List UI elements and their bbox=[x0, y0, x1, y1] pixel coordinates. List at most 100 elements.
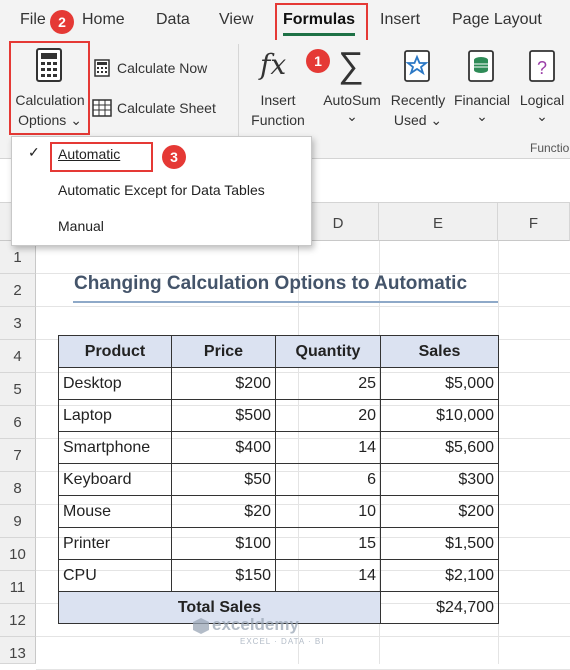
header-sales[interactable]: Sales bbox=[380, 335, 499, 368]
calculate-sheet-icon bbox=[92, 99, 112, 117]
recently-used-label-2: Used ⌄ bbox=[386, 110, 450, 130]
row-header[interactable]: 12 bbox=[0, 604, 36, 637]
price-cell[interactable]: $150 bbox=[171, 559, 276, 592]
price-cell[interactable]: $500 bbox=[171, 399, 276, 432]
menu-item-automatic-except[interactable]: Automatic Except for Data Tables bbox=[58, 182, 265, 198]
sales-cell[interactable]: $200 bbox=[380, 495, 499, 528]
chevron-down-icon: ⌄ bbox=[476, 108, 488, 124]
sales-cell[interactable]: $10,000 bbox=[380, 399, 499, 432]
calculate-sheet-button[interactable]: Calculate Sheet bbox=[92, 98, 232, 120]
table-row: Smartphone $400 14 $5,600 bbox=[58, 431, 499, 464]
row-header[interactable]: 6 bbox=[0, 406, 36, 439]
quantity-cell[interactable]: 10 bbox=[275, 495, 381, 528]
tab-insert[interactable]: Insert bbox=[380, 11, 420, 29]
product-cell[interactable]: Keyboard bbox=[58, 463, 172, 496]
sales-table: Product Price Quantity Sales Desktop $200… bbox=[58, 335, 499, 624]
recently-used-label: Recently bbox=[390, 92, 446, 108]
watermark: exceldemy bbox=[212, 615, 299, 634]
price-cell[interactable]: $400 bbox=[171, 431, 276, 464]
svg-text:?: ? bbox=[537, 58, 547, 78]
calculation-options-highlight bbox=[9, 41, 90, 135]
calculate-now-label: Calculate Now bbox=[117, 60, 208, 76]
sales-cell[interactable]: $1,500 bbox=[380, 527, 499, 560]
price-cell[interactable]: $50 bbox=[171, 463, 276, 496]
watermark-tagline: EXCEL · DATA · BI bbox=[240, 637, 325, 646]
total-sales-value[interactable]: $24,700 bbox=[380, 591, 499, 624]
calculate-now-button[interactable]: Calculate Now bbox=[94, 58, 234, 80]
calculate-sheet-label: Calculate Sheet bbox=[117, 100, 216, 116]
automatic-option-highlight bbox=[50, 142, 153, 172]
insert-function-label-2: Function bbox=[251, 112, 305, 128]
tab-home[interactable]: Home bbox=[82, 11, 125, 29]
product-cell[interactable]: Mouse bbox=[58, 495, 172, 528]
chevron-down-icon: ⌄ bbox=[346, 108, 358, 124]
sales-cell[interactable]: $2,100 bbox=[380, 559, 499, 592]
quantity-cell[interactable]: 15 bbox=[275, 527, 381, 560]
row-header[interactable]: 5 bbox=[0, 373, 36, 406]
quantity-cell[interactable]: 6 bbox=[275, 463, 381, 496]
quantity-cell[interactable]: 14 bbox=[275, 431, 381, 464]
product-cell[interactable]: Smartphone bbox=[58, 431, 172, 464]
sales-cell[interactable]: $5,600 bbox=[380, 431, 499, 464]
header-quantity[interactable]: Quantity bbox=[275, 335, 381, 368]
exceldemy-logo-icon bbox=[193, 618, 209, 634]
row-header[interactable]: 10 bbox=[0, 538, 36, 571]
financial-button[interactable]: Financial ⌄ bbox=[450, 44, 514, 130]
sales-cell[interactable]: $5,000 bbox=[380, 367, 499, 400]
price-cell[interactable]: $20 bbox=[171, 495, 276, 528]
sigma-icon: ∑ bbox=[338, 44, 364, 85]
product-cell[interactable]: Printer bbox=[58, 527, 172, 560]
calculator-small-icon bbox=[94, 59, 110, 77]
used-text: Used bbox=[393, 112, 427, 128]
column-header-e[interactable]: E bbox=[379, 203, 498, 241]
quantity-cell[interactable]: 20 bbox=[275, 399, 381, 432]
table-row: Keyboard $50 6 $300 bbox=[58, 463, 499, 496]
fx-icon: fx bbox=[260, 48, 287, 81]
column-header-f[interactable]: F bbox=[498, 203, 570, 241]
table-row: Printer $100 15 $1,500 bbox=[58, 527, 499, 560]
row-header[interactable]: 7 bbox=[0, 439, 36, 472]
step-badge-3: 3 bbox=[162, 145, 186, 169]
insert-function-label: Insert bbox=[260, 92, 296, 108]
product-cell[interactable]: Laptop bbox=[58, 399, 172, 432]
logical-button[interactable]: ? Logical ⌄ bbox=[514, 44, 570, 130]
checkmark-icon: ✓ bbox=[28, 144, 40, 160]
row-header[interactable]: 13 bbox=[0, 637, 36, 664]
quantity-cell[interactable]: 14 bbox=[275, 559, 381, 592]
formulas-tab-highlight bbox=[275, 3, 368, 43]
product-cell[interactable]: CPU bbox=[58, 559, 172, 592]
row-header[interactable]: 11 bbox=[0, 571, 36, 604]
chevron-down-icon: ⌄ bbox=[430, 112, 443, 128]
row-header[interactable]: 3 bbox=[0, 307, 36, 340]
table-row: CPU $150 14 $2,100 bbox=[58, 559, 499, 592]
insert-function-button[interactable]: fx Insert Function bbox=[246, 44, 310, 130]
financial-book-icon bbox=[468, 50, 494, 82]
row-header[interactable]: 4 bbox=[0, 340, 36, 373]
autosum-button[interactable]: ∑ AutoSum ⌄ bbox=[318, 44, 386, 130]
price-cell[interactable]: $100 bbox=[171, 527, 276, 560]
row-header[interactable]: 8 bbox=[0, 472, 36, 505]
sheet-title: Changing Calculation Options to Automati… bbox=[74, 273, 468, 294]
quantity-cell[interactable]: 25 bbox=[275, 367, 381, 400]
product-cell[interactable]: Desktop bbox=[58, 367, 172, 400]
table-header-row: Product Price Quantity Sales bbox=[58, 335, 499, 368]
recently-used-button[interactable]: Recently Used ⌄ bbox=[386, 44, 450, 130]
row-header[interactable]: 9 bbox=[0, 505, 36, 538]
header-price[interactable]: Price bbox=[171, 335, 276, 368]
table-row: Desktop $200 25 $5,000 bbox=[58, 367, 499, 400]
price-cell[interactable]: $200 bbox=[171, 367, 276, 400]
tab-file[interactable]: File bbox=[20, 11, 46, 29]
tab-page-layout[interactable]: Page Layout bbox=[452, 11, 542, 29]
step-badge-2: 2 bbox=[50, 10, 74, 34]
function-library-group-label: Functio bbox=[530, 141, 570, 155]
menu-item-manual[interactable]: Manual bbox=[58, 218, 104, 234]
tab-data[interactable]: Data bbox=[156, 11, 190, 29]
chevron-down-icon: ⌄ bbox=[536, 108, 548, 124]
header-product[interactable]: Product bbox=[58, 335, 172, 368]
star-book-icon bbox=[404, 50, 430, 82]
tab-view[interactable]: View bbox=[219, 11, 253, 29]
sales-cell[interactable]: $300 bbox=[380, 463, 499, 496]
row-header[interactable]: 2 bbox=[0, 274, 36, 307]
table-row: Laptop $500 20 $10,000 bbox=[58, 399, 499, 432]
logical-book-icon: ? bbox=[529, 50, 555, 82]
